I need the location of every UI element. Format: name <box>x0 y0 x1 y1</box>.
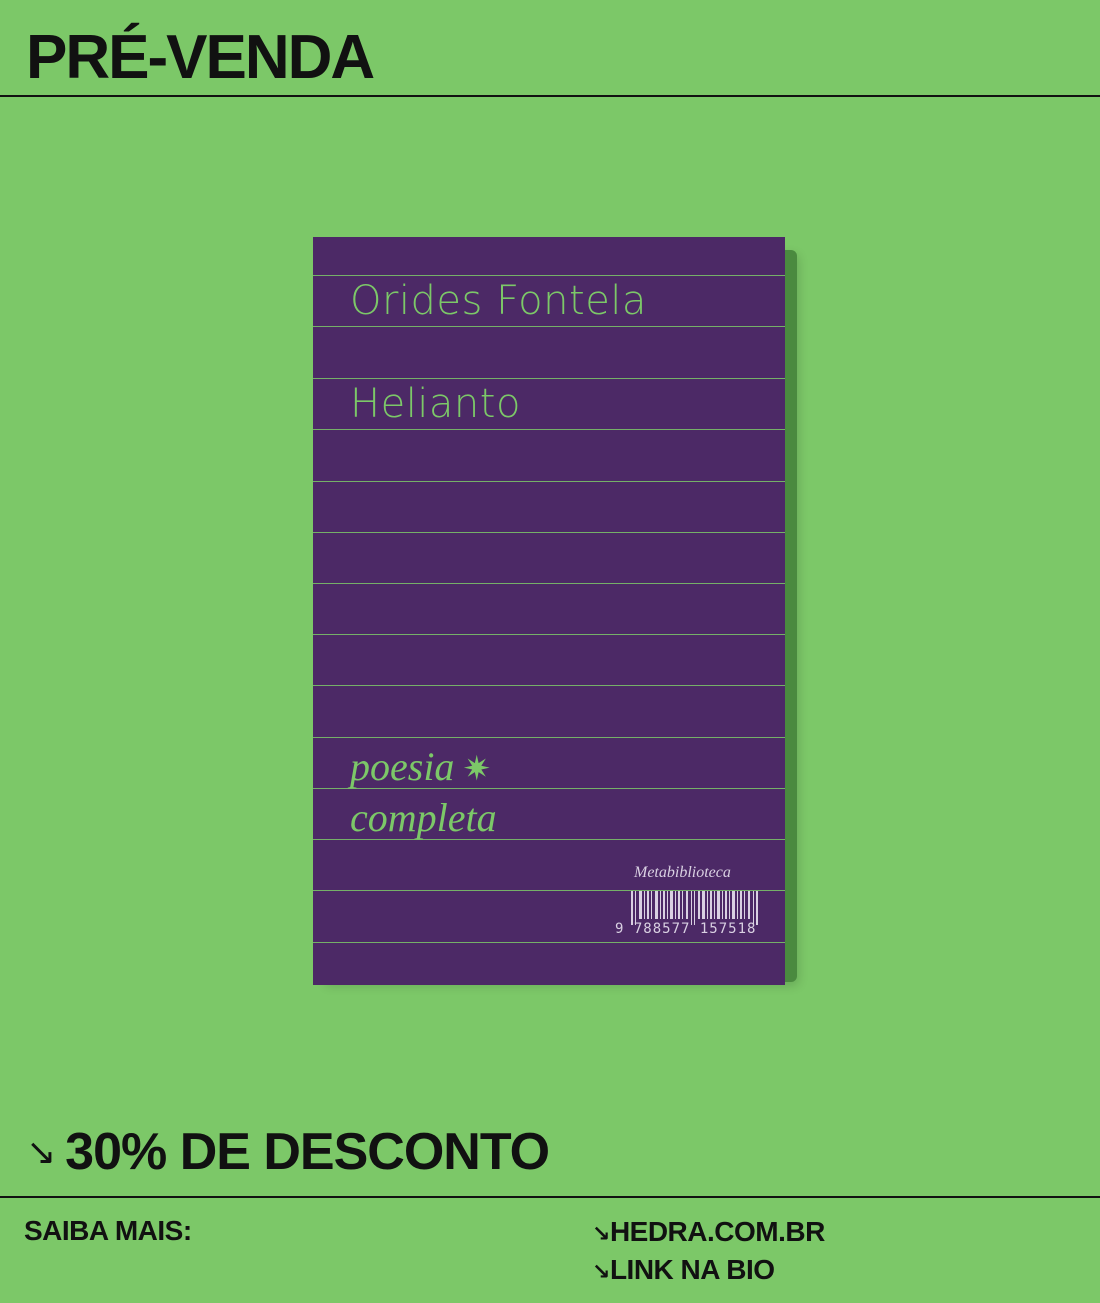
cover-rule <box>313 326 785 327</box>
link-bio-label: LINK NA BIO <box>609 1254 775 1285</box>
arrow-down-right-icon: ↘ <box>26 1131 56 1172</box>
subtitle-word-poesia: poesia <box>350 744 455 789</box>
cover-rule <box>313 532 785 533</box>
star-icon: ✷ <box>462 751 491 788</box>
cover-rule <box>313 634 785 635</box>
link-bio[interactable]: ↘LINK NA BIO <box>592 1252 825 1290</box>
isbn-number: 9 788577 157518 <box>615 921 757 937</box>
link-website[interactable]: ↘HEDRA.COM.BR <box>592 1214 825 1252</box>
cover-rule <box>313 378 785 379</box>
book-subtitle-line1: poesia ✷ <box>350 743 491 794</box>
barcode-icon <box>631 891 758 925</box>
cover-rule <box>313 481 785 482</box>
book-title: Helianto <box>350 381 521 427</box>
book-cover[interactable]: Orides Fontela Helianto poesia ✷ completa… <box>313 237 785 985</box>
book-author: Orides Fontela <box>350 278 647 324</box>
discount-text: 30% DE DESCONTO <box>65 1123 550 1181</box>
arrow-down-right-icon: ↘ <box>592 1221 610 1246</box>
cover-rule <box>313 942 785 943</box>
learn-more-label: SAIBA MAIS: <box>24 1215 192 1246</box>
page-title: PRÉ-VENDA <box>26 23 375 92</box>
book-subtitle-line2: completa <box>350 795 497 840</box>
cover-rule <box>313 737 785 738</box>
cover-rule <box>313 583 785 584</box>
footer-links: ↘HEDRA.COM.BR ↘LINK NA BIO <box>592 1214 825 1290</box>
arrow-down-right-icon: ↘ <box>592 1259 610 1284</box>
cover-rule <box>313 429 785 430</box>
discount-banner: ↘ 30% DE DESCONTO <box>26 1122 550 1182</box>
top-divider <box>0 95 1100 97</box>
link-website-label: HEDRA.COM.BR <box>609 1216 825 1247</box>
cover-rule <box>313 685 785 686</box>
cover-rule <box>313 275 785 276</box>
publisher-imprint: Metabiblioteca <box>634 864 731 881</box>
bottom-divider <box>0 1196 1100 1198</box>
